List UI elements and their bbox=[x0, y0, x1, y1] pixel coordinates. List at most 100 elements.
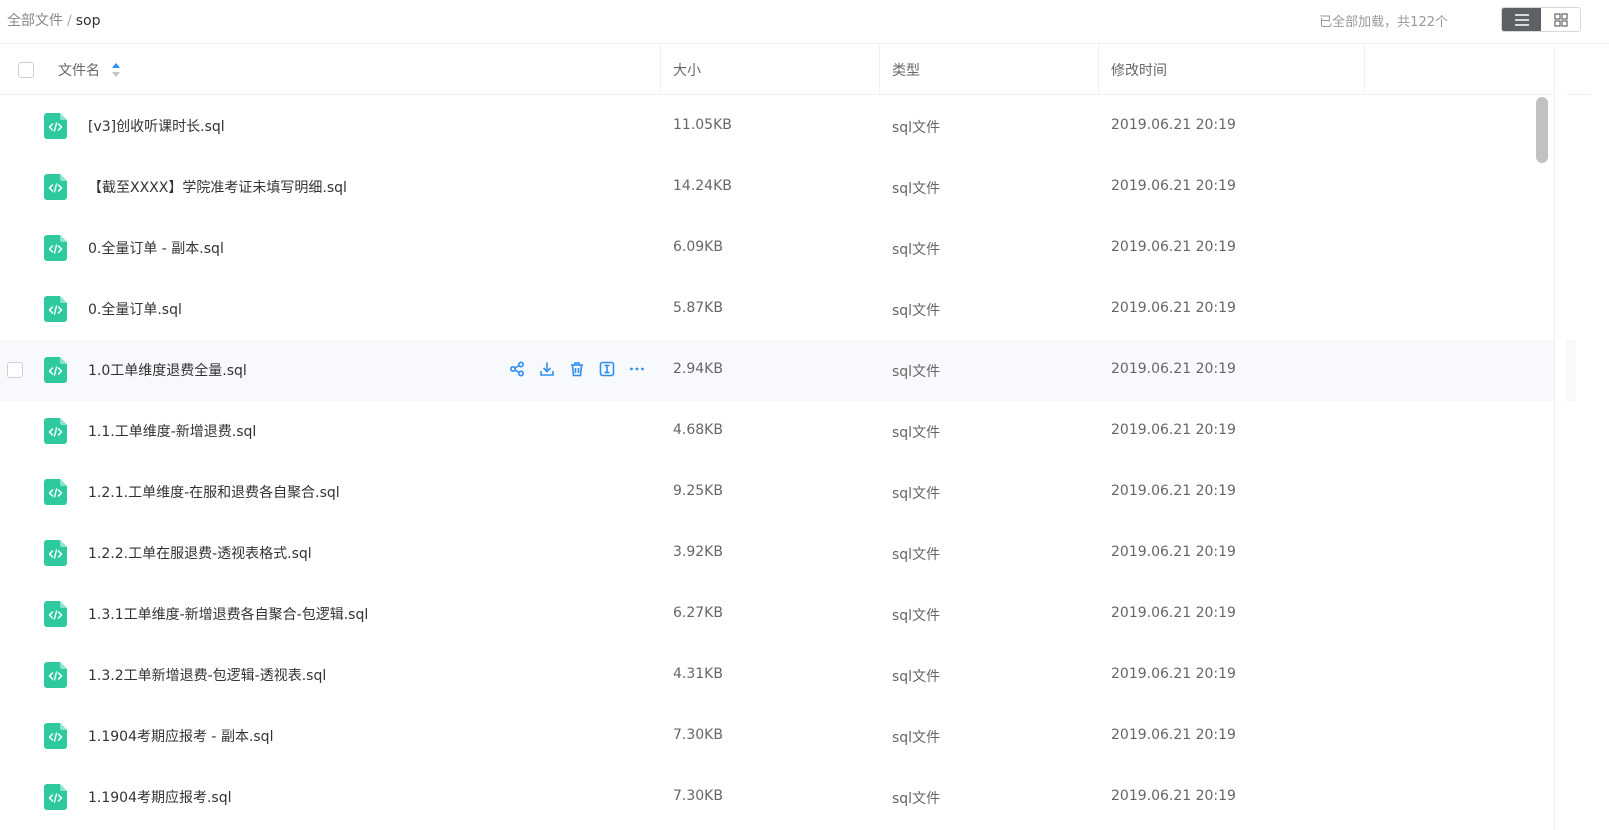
table-row[interactable]: 1.2.1.工单维度-在服和退费各自聚合.sql 9.25KB sql文件 2019.… bbox=[0, 462, 1576, 523]
breadcrumb: 全部文件 / sop bbox=[7, 10, 100, 30]
table-row[interactable]: 1.2.2.工单在服退费-透视表格式.sql 3.92KB sql文件 2019.06… bbox=[0, 523, 1576, 584]
file-type: sql文件 bbox=[892, 181, 941, 197]
load-status: 已全部加载，共122个 bbox=[1319, 15, 1448, 30]
file-modified: 2019.06.21 20:19 bbox=[1111, 178, 1236, 194]
table-row[interactable]: 1.1904考期应报考.sql 7.30KB sql文件 2019.06.21 20:… bbox=[0, 767, 1576, 828]
download-icon[interactable] bbox=[538, 360, 556, 378]
sql-file-icon bbox=[44, 357, 67, 383]
file-modified: 2019.06.21 20:19 bbox=[1111, 239, 1236, 255]
file-size: 7.30KB bbox=[673, 788, 723, 804]
file-size: 4.31KB bbox=[673, 666, 723, 682]
file-size: 6.09KB bbox=[673, 239, 723, 255]
file-type: sql文件 bbox=[892, 669, 941, 685]
header-size-label: 大小 bbox=[673, 63, 701, 79]
file-name[interactable]: [v3]创收听课时长.sql bbox=[88, 116, 225, 136]
file-name[interactable]: 1.1.工单维度-新增退费.sql bbox=[88, 421, 256, 441]
file-type: sql文件 bbox=[892, 425, 941, 441]
header-name-label: 文件名 bbox=[58, 63, 100, 79]
sql-file-icon bbox=[44, 174, 67, 200]
sql-file-icon bbox=[44, 113, 67, 139]
sql-file-icon bbox=[44, 784, 67, 810]
file-name[interactable]: 0.全量订单.sql bbox=[88, 299, 182, 319]
sql-file-icon bbox=[44, 296, 67, 322]
top-bar: 全部文件 / sop 已全部加载，共122个 bbox=[0, 0, 1609, 44]
sql-file-icon bbox=[44, 479, 67, 505]
file-name[interactable]: 0.全量订单 - 副本.sql bbox=[88, 238, 224, 258]
share-icon[interactable] bbox=[508, 360, 526, 378]
rename-icon[interactable] bbox=[598, 360, 616, 378]
file-modified: 2019.06.21 20:19 bbox=[1111, 544, 1236, 560]
file-type: sql文件 bbox=[892, 364, 941, 380]
file-type: sql文件 bbox=[892, 547, 941, 563]
scrollbar-thumb[interactable] bbox=[1536, 97, 1548, 163]
file-modified: 2019.06.21 20:19 bbox=[1111, 483, 1236, 499]
file-modified: 2019.06.21 20:19 bbox=[1111, 605, 1236, 621]
list-view-button[interactable] bbox=[1502, 8, 1541, 31]
file-name[interactable]: 1.1904考期应报考 - 副本.sql bbox=[88, 726, 273, 746]
file-size: 2.94KB bbox=[673, 361, 723, 377]
header-size[interactable]: 大小 bbox=[673, 45, 701, 95]
select-all-cell bbox=[18, 45, 34, 95]
file-name[interactable]: 1.3.2工单新增退费-包逻辑-透视表.sql bbox=[88, 665, 326, 685]
file-size: 6.27KB bbox=[673, 605, 723, 621]
file-modified: 2019.06.21 20:19 bbox=[1111, 727, 1236, 743]
file-type: sql文件 bbox=[892, 791, 941, 807]
header-name[interactable]: 文件名 bbox=[58, 45, 120, 95]
breadcrumb-root[interactable]: 全部文件 bbox=[7, 13, 63, 29]
file-type: sql文件 bbox=[892, 608, 941, 624]
header-modified[interactable]: 修改时间 bbox=[1111, 45, 1167, 95]
file-type: sql文件 bbox=[892, 303, 941, 319]
table-row[interactable]: [v3]创收听课时长.sql 11.05KB sql文件 2019.06.21 20:… bbox=[0, 96, 1576, 157]
file-modified: 2019.06.21 20:19 bbox=[1111, 666, 1236, 682]
file-size: 3.92KB bbox=[673, 544, 723, 560]
file-type: sql文件 bbox=[892, 242, 941, 258]
table-row[interactable]: 1.3.2工单新增退费-包逻辑-透视表.sql 4.31KB sql文件 2019.0… bbox=[0, 645, 1576, 706]
more-icon[interactable] bbox=[628, 360, 646, 378]
file-name[interactable]: 1.2.1.工单维度-在服和退费各自聚合.sql bbox=[88, 482, 340, 502]
file-name[interactable]: 1.3.1工单维度-新增退费各自聚合-包逻辑.sql bbox=[88, 604, 368, 624]
table-row[interactable]: 1.3.1工单维度-新增退费各自聚合-包逻辑.sql 6.27KB sql文件 201… bbox=[0, 584, 1576, 645]
table-row[interactable]: 0.全量订单.sql 5.87KB sql文件 2019.06.21 20:19 bbox=[0, 279, 1576, 340]
file-size: 9.25KB bbox=[673, 483, 723, 499]
file-size: 7.30KB bbox=[673, 727, 723, 743]
table-row[interactable]: 1.1.工单维度-新增退费.sql 4.68KB sql文件 2019.06.21 2… bbox=[0, 401, 1576, 462]
table-row[interactable]: 1.0工单维度退费全量.sql 2.94KB sql文件 2019.06.21 20:… bbox=[0, 340, 1576, 401]
file-name[interactable]: 1.2.2.工单在服退费-透视表格式.sql bbox=[88, 543, 312, 563]
select-all-checkbox[interactable] bbox=[18, 62, 34, 78]
view-toggle bbox=[1501, 7, 1581, 32]
sql-file-icon bbox=[44, 418, 67, 444]
column-divider bbox=[660, 45, 661, 95]
grid-view-button[interactable] bbox=[1541, 8, 1580, 31]
sql-file-icon bbox=[44, 601, 67, 627]
row-checkbox[interactable] bbox=[7, 362, 23, 378]
delete-icon[interactable] bbox=[568, 360, 586, 378]
file-modified: 2019.06.21 20:19 bbox=[1111, 788, 1236, 804]
column-divider bbox=[879, 45, 880, 95]
list-icon bbox=[1514, 13, 1529, 26]
file-type: sql文件 bbox=[892, 120, 941, 136]
table-row[interactable]: 0.全量订单 - 副本.sql 6.09KB sql文件 2019.06.21 20:… bbox=[0, 218, 1576, 279]
file-name[interactable]: 1.1904考期应报考.sql bbox=[88, 787, 232, 807]
sql-file-icon bbox=[44, 540, 67, 566]
table-header: 文件名 大小 类型 修改时间 bbox=[0, 45, 1591, 95]
header-modified-label: 修改时间 bbox=[1111, 63, 1167, 79]
grid-icon bbox=[1553, 12, 1568, 27]
header-type-label: 类型 bbox=[892, 63, 920, 79]
table-row[interactable]: 1.1904考期应报考 - 副本.sql 7.30KB sql文件 2019.06.2… bbox=[0, 706, 1576, 767]
file-size: 14.24KB bbox=[673, 178, 732, 194]
file-list: [v3]创收听课时长.sql 11.05KB sql文件 2019.06.21 20:… bbox=[0, 96, 1576, 828]
sort-icon[interactable] bbox=[112, 63, 120, 77]
breadcrumb-separator: / bbox=[67, 13, 72, 29]
file-modified: 2019.06.21 20:19 bbox=[1111, 422, 1236, 438]
file-size: 5.87KB bbox=[673, 300, 723, 316]
file-modified: 2019.06.21 20:19 bbox=[1111, 117, 1236, 133]
sql-file-icon bbox=[44, 723, 67, 749]
table-row[interactable]: 【截至XXXX】学院准考证未填写明细.sql 14.24KB sql文件 2019.0… bbox=[0, 157, 1576, 218]
file-name[interactable]: 1.0工单维度退费全量.sql bbox=[88, 360, 247, 380]
file-name[interactable]: 【截至XXXX】学院准考证未填写明细.sql bbox=[88, 177, 347, 197]
header-type[interactable]: 类型 bbox=[892, 45, 920, 95]
row-actions bbox=[508, 360, 646, 378]
scrollbar-track[interactable] bbox=[1554, 48, 1566, 830]
file-size: 11.05KB bbox=[673, 117, 732, 133]
breadcrumb-current: sop bbox=[75, 13, 101, 29]
